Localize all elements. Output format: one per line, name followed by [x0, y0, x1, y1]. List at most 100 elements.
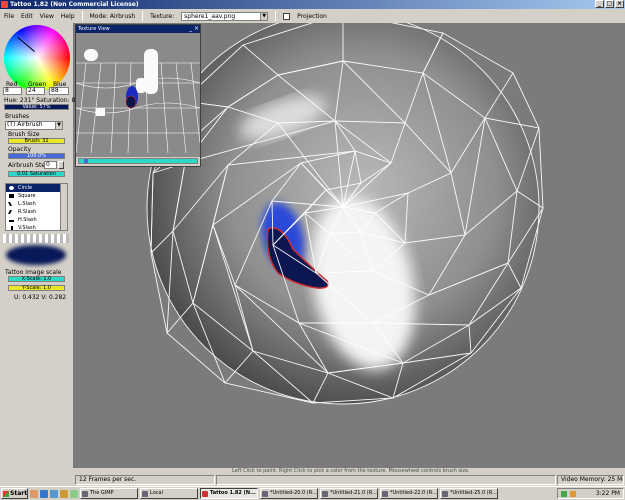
start-button[interactable]: Start — [1, 488, 28, 499]
quicklaunch-outlook-icon[interactable] — [50, 489, 58, 498]
task-untitled-22[interactable]: *Untitled-22.0 (R... — [380, 488, 438, 499]
menu-separator — [142, 11, 144, 21]
brush-select[interactable]: (T) Airbrush ▼ — [5, 121, 63, 130]
window-title: Tattoo 1.82 (Non Commercial License) — [10, 1, 139, 8]
texture-view-window[interactable]: Texture View _ × — [75, 24, 201, 167]
task-local[interactable]: Local — [140, 488, 198, 499]
circle-shape-icon — [9, 186, 14, 190]
opacity-label: Opacity — [8, 146, 32, 153]
uv-readout: U: 0.432 V: 0.282 — [14, 294, 67, 301]
menu-view[interactable]: View — [40, 13, 54, 20]
title-bar[interactable]: Tattoo 1.82 (Non Commercial License) _ □… — [0, 0, 625, 9]
airbrush-step-input[interactable]: 0 — [44, 161, 57, 169]
task-untitled-25[interactable]: *Untitled-25.0 (R... — [440, 488, 498, 499]
right-slash-icon — [8, 210, 15, 214]
y-scale-slider[interactable]: Y-Scale: 1.0 — [8, 285, 65, 291]
system-tray: 3:22 PM — [557, 488, 624, 499]
opacity-value: 100.0% — [26, 153, 47, 159]
status-hint: Left Click to paint. Right Click to pick… — [232, 468, 470, 474]
menu-bar: File Edit View Help Mode: Airbrush Textu… — [0, 9, 625, 23]
x-scale-value: X-Scale: 1.0 — [21, 276, 52, 282]
brush-shape-vslash[interactable]: V.Slash — [6, 224, 67, 232]
local-task-icon — [142, 491, 148, 497]
opacity-slider[interactable]: 100.0% — [8, 153, 65, 159]
menu-separator — [81, 11, 83, 21]
gimp-image-icon — [442, 491, 448, 497]
hue-saturation-readout: Hue: 231° Saturation: 87% — [4, 97, 85, 104]
blue-input[interactable]: 88 — [49, 87, 69, 95]
task-tattoo[interactable]: Tattoo 1.82 (N... — [200, 488, 258, 499]
quicklaunch-app-icon[interactable] — [70, 489, 78, 498]
tattoo-scale-label: Tattoo Image scale — [5, 269, 62, 276]
fps-readout: 12 Frames per sec. — [75, 475, 215, 485]
x-scale-slider[interactable]: X-Scale: 1.0 — [8, 276, 65, 282]
brush-list-scrollbar[interactable] — [60, 184, 67, 230]
brush-shape-lslash[interactable]: L.Slash — [6, 200, 67, 208]
y-scale-value: Y-Scale: 1.0 — [22, 285, 51, 291]
brush-shape-hslash[interactable]: H.Slash — [6, 216, 67, 224]
quicklaunch-ie-icon[interactable] — [40, 489, 48, 498]
volume-icon[interactable] — [570, 491, 576, 497]
projection-checkbox[interactable] — [283, 12, 291, 20]
tattoo-task-icon — [202, 491, 208, 497]
close-button[interactable]: × — [615, 0, 624, 8]
brush-shape-square[interactable]: Square — [6, 192, 67, 200]
airbrush-step-label: Airbrush Step — [8, 162, 49, 169]
green-input[interactable]: 24 — [26, 87, 45, 95]
brush-shape-list[interactable]: Circle Square L.Slash R.Slash H.Slash V.… — [5, 183, 68, 231]
texture-select[interactable]: sphere1_aav.png ▼ — [181, 11, 269, 21]
gimp-image-icon — [262, 491, 268, 497]
texture-scroll[interactable] — [78, 158, 198, 164]
task-untitled-20[interactable]: *Untitled-20.0 (R... — [260, 488, 318, 499]
maximize-button[interactable]: □ — [605, 0, 614, 8]
texture-scroll-thumb[interactable] — [84, 159, 88, 163]
menu-help[interactable]: Help — [61, 13, 75, 20]
left-slash-icon — [8, 202, 15, 206]
brush-select-value: (T) Airbrush — [7, 121, 43, 128]
brush-size-value: Brush: 32 — [24, 138, 49, 144]
step-spinner[interactable] — [58, 161, 64, 169]
airbrush-step-bar[interactable]: 0.01 Saturation — [8, 171, 65, 177]
gimp-image-icon — [322, 491, 328, 497]
brush-shape-circle[interactable]: Circle — [6, 184, 67, 192]
menu-edit[interactable]: Edit — [21, 13, 33, 20]
brushes-label: Brushes — [5, 113, 30, 120]
status-spacer — [216, 475, 556, 485]
chevron-down-icon[interactable]: ▼ — [260, 12, 268, 20]
red-input[interactable]: 8 — [3, 87, 22, 95]
texture-view-close-icon[interactable]: _ × — [189, 25, 199, 33]
projection-label: Projection — [297, 12, 327, 20]
square-shape-icon — [9, 194, 14, 198]
gimp-task-icon — [82, 491, 88, 497]
texture-view-title: Texture View — [78, 26, 110, 32]
value-slider[interactable]: Value: 57% — [4, 104, 69, 110]
quicklaunch-folder-icon[interactable] — [60, 489, 68, 498]
quicklaunch-desktop-icon[interactable] — [30, 489, 38, 498]
minimize-button[interactable]: _ — [595, 0, 604, 8]
menu-file[interactable]: File — [4, 13, 14, 20]
mode-label: Mode: Airbrush — [89, 12, 136, 20]
clock[interactable]: 3:22 PM — [596, 490, 620, 497]
task-gimp[interactable]: The GIMP — [80, 488, 138, 499]
network-icon[interactable] — [561, 491, 567, 497]
texture-preview — [76, 33, 200, 157]
windows-logo-icon — [3, 491, 9, 497]
brush-size-label: Brush Size — [8, 131, 40, 138]
video-memory-readout: Video Memory: 25 Meg. — [557, 475, 624, 485]
brush-pattern-strip — [3, 234, 69, 243]
status-bar: Left Click to paint. Right Click to pick… — [0, 468, 625, 486]
menu-separator — [275, 11, 277, 21]
brush-shape-rslash[interactable]: R.Slash — [6, 208, 67, 216]
airbrush-step-bar-value: 0.01 Saturation — [17, 171, 56, 177]
brush-preview — [6, 245, 66, 265]
value-text: Value: 57% — [22, 104, 51, 110]
task-untitled-21[interactable]: *Untitled-21.0 (R... — [320, 488, 378, 499]
gimp-image-icon — [382, 491, 388, 497]
taskbar: Start The GIMP Local Tattoo 1.82 (N... *… — [0, 486, 625, 500]
v-slash-icon — [11, 226, 13, 230]
texture-value: sphere1_aav.png — [184, 12, 236, 20]
brush-size-slider[interactable]: Brush: 32 — [8, 138, 65, 144]
texture-view-titlebar[interactable]: Texture View _ × — [76, 25, 200, 33]
app-icon — [1, 1, 8, 8]
chevron-down-icon[interactable]: ▼ — [55, 122, 62, 129]
